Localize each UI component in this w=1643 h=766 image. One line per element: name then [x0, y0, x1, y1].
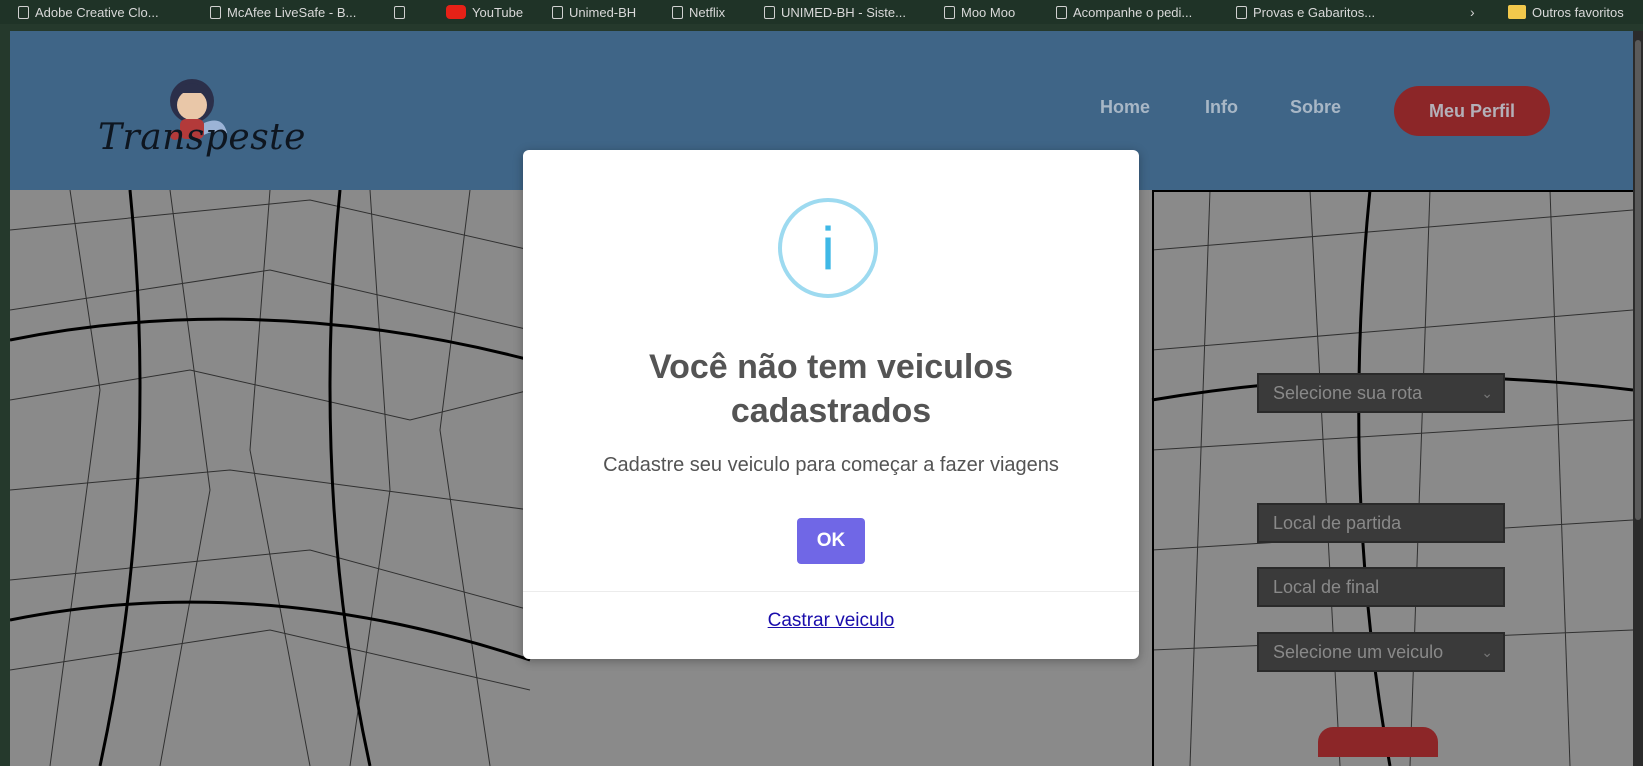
info-icon: i: [778, 198, 878, 298]
dialog-title: Você não tem veiculos cadastrados: [648, 348, 1014, 430]
other-favorites[interactable]: Outros favoritos: [1508, 0, 1624, 24]
bookmark-unimed[interactable]: Unimed-BH: [552, 0, 636, 24]
chevron-down-icon: ⌄: [1481, 385, 1493, 401]
page-icon: [672, 5, 683, 19]
logo-text[interactable]: Transpeste: [98, 117, 306, 158]
page-icon: [552, 5, 563, 19]
bookmark-unimed-sistema[interactable]: UNIMED-BH - Siste...: [764, 0, 906, 24]
page-icon: [210, 5, 221, 19]
logo-illustration: [170, 79, 227, 140]
page-icon: [764, 5, 775, 19]
vehicle-select[interactable]: Selecione um veiculo ⌄: [1257, 632, 1505, 672]
bookmark-acompanhe[interactable]: Acompanhe o pedi...: [1056, 0, 1192, 24]
page-icon: [394, 5, 405, 19]
chevron-down-icon: ⌄: [1481, 644, 1493, 660]
end-location-input[interactable]: Local de final: [1257, 567, 1505, 607]
page-icon: [1236, 5, 1247, 19]
page-icon: [944, 5, 955, 19]
page-icon: [18, 5, 29, 19]
bookmark-netflix[interactable]: Netflix: [672, 0, 725, 24]
nav-info[interactable]: Info: [1205, 97, 1238, 118]
dialog-divider: [523, 591, 1139, 592]
chevron-right-icon: ›: [1470, 4, 1475, 20]
side-panel: [1152, 190, 1633, 766]
submit-button-partial[interactable]: [1318, 727, 1438, 757]
route-select[interactable]: Selecione sua rota ⌄: [1257, 373, 1505, 413]
alert-dialog: i Você não tem veiculos cadastrados Cada…: [523, 150, 1139, 659]
bookmark-mcafee[interactable]: McAfee LiveSafe - B...: [210, 0, 356, 24]
scrollbar-thumb[interactable]: [1635, 40, 1641, 520]
page-icon: [1056, 5, 1067, 19]
start-location-input[interactable]: Local de partida: [1257, 503, 1505, 543]
youtube-icon: [446, 5, 466, 19]
register-vehicle-link[interactable]: Castrar veiculo: [523, 610, 1139, 632]
bookmark-youtube[interactable]: YouTube: [446, 0, 523, 24]
folder-icon: [1508, 5, 1526, 19]
bookmark-provas[interactable]: Provas e Gabaritos...: [1236, 0, 1375, 24]
bookmark-moomoo[interactable]: Moo Moo: [944, 0, 1015, 24]
nav-home[interactable]: Home: [1100, 97, 1150, 118]
nav-sobre[interactable]: Sobre: [1290, 97, 1341, 118]
bookmarks-more-button[interactable]: ›: [1470, 0, 1475, 24]
bookmarks-bar: Adobe Creative Clo... McAfee LiveSafe - …: [0, 0, 1643, 24]
bookmark-adobe[interactable]: Adobe Creative Clo...: [18, 0, 159, 24]
dialog-message: Cadastre seu veiculo para começar a faze…: [603, 454, 1059, 476]
profile-button[interactable]: Meu Perfil: [1394, 86, 1550, 136]
ok-button[interactable]: OK: [797, 518, 865, 564]
bookmark-blank[interactable]: [394, 0, 411, 24]
